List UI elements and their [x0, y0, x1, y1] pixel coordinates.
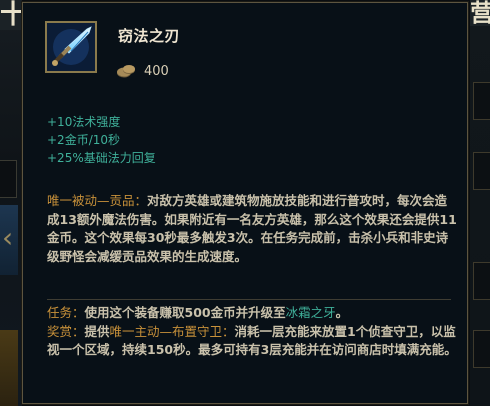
background-left-heading: 十 — [0, 0, 22, 30]
reward-label: 奖赏： — [47, 323, 85, 339]
divider — [47, 299, 451, 300]
item-tooltip: 窃法之刃 400 +10法术强度 +2金币/10秒 +25%基础法力回复 唯一被… — [22, 2, 468, 404]
background-left-slot — [0, 160, 17, 198]
background-right-slot[interactable] — [473, 82, 490, 120]
reward-prefix: 提供 — [84, 323, 110, 339]
background-left-gold-slot — [0, 330, 18, 406]
previous-arrow-icon[interactable]: ‹ — [2, 224, 13, 252]
background-right-slot[interactable] — [473, 330, 490, 368]
background-right-slot[interactable] — [473, 262, 490, 300]
sword-icon — [45, 21, 97, 73]
quest-section: 任务：使用这个装备赚取500金币并升级至冰霜之牙。 奖赏：提供唯一主动—布置守卫… — [47, 304, 457, 360]
quest-target: 冰霜之牙 — [285, 305, 336, 320]
quest-text: 使用这个装备赚取500金币并升级至 — [84, 305, 286, 320]
item-stats: +10法术强度 +2金币/10秒 +25%基础法力回复 — [47, 113, 156, 167]
gold-coins-icon — [117, 65, 135, 78]
quest-label: 任务： — [47, 305, 85, 320]
passive-name: 唯一被动—贡品： — [47, 193, 148, 208]
reward-active-name: 唯一主动—布置守卫： — [109, 323, 235, 339]
background-right-heading: 营 — [470, 0, 490, 26]
quest-end: 。 — [335, 305, 349, 320]
stat-ability-power: +10法术强度 — [47, 115, 121, 129]
stat-gold-per-ten: +2金币/10秒 — [47, 133, 121, 147]
item-cost: 400 — [144, 64, 169, 79]
background-right-slot[interactable] — [473, 152, 490, 190]
passive-description: 唯一被动—贡品：对敌方英雄或建筑物施放技能和进行普攻时，每次会造成13额外魔法伤… — [47, 192, 457, 266]
stat-mana-regen: +25%基础法力回复 — [47, 151, 156, 165]
item-name: 窃法之刃 — [118, 27, 181, 45]
